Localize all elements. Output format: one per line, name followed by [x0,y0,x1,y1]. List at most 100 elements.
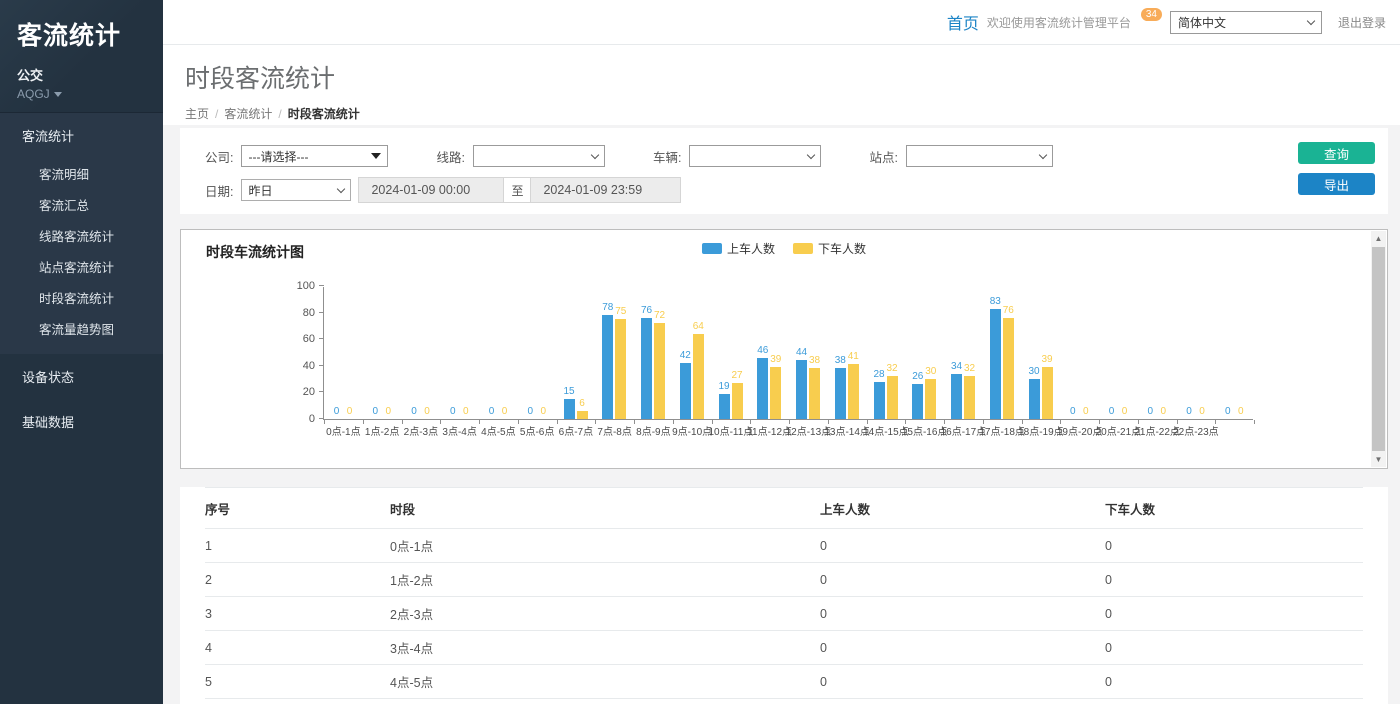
bar-value-label: 6 [567,398,597,409]
logout-link[interactable]: 退出登录 [1338,14,1386,31]
x-axis-tick [363,420,364,424]
table-cell: 0 [820,529,1105,563]
chart-scrollbar[interactable]: ▲ ▼ [1371,231,1386,467]
bar-value-label: 0 [528,406,558,417]
export-button[interactable]: 导出 [1298,173,1375,195]
scrollbar-thumb[interactable] [1372,247,1385,451]
bar-value-label: 27 [722,370,752,381]
chart-bar [770,367,781,419]
bar-value-label: 41 [838,351,868,362]
sidebar-item-base-data[interactable]: 基础数据 [0,399,163,444]
start-date-input[interactable]: 2024-01-09 00:00 [358,177,503,203]
table-row: 21点-2点00 [205,563,1363,597]
sidebar-item-passenger-stats[interactable]: 客流统计 [0,113,163,158]
org-name: 公交 [17,65,163,84]
chart-bar [874,382,885,419]
org-switcher[interactable]: AQGJ [17,87,163,101]
y-axis-label: 40 [285,360,315,372]
table-cell: 3 [205,597,390,631]
sidebar-subitem[interactable]: 客流汇总 [0,189,163,220]
table-cell: 0 [1105,631,1363,665]
col-header-boarding: 上车人数 [820,488,1105,529]
x-axis-tick [1254,420,1255,424]
breadcrumb-home[interactable]: 主页 [185,107,209,121]
breadcrumb-parent[interactable]: 客流统计 [224,107,272,121]
table-cell: 6 [205,699,390,704]
chevron-down-icon [1307,16,1315,24]
vehicle-select[interactable] [689,145,821,167]
y-axis-tick [319,391,324,392]
x-axis-tick [634,420,635,424]
home-link[interactable]: 首页 [947,10,979,34]
col-header-alighting: 下车人数 [1105,488,1363,529]
table-cell: 0 [1105,529,1363,563]
table-cell: 5 [205,665,390,699]
x-axis-label: 2点-3点 [404,423,438,438]
table-header-row: 序号 时段 上车人数 下车人数 [205,488,1363,529]
language-select[interactable]: 简体中文 [1170,11,1322,34]
legend-label: 上车人数 [727,240,775,257]
table-cell: 0 [820,665,1105,699]
sidebar-subitem[interactable]: 客流明细 [0,158,163,189]
sidebar-subitem[interactable]: 线路客流统计 [0,220,163,251]
chart-panel: 时段车流统计图 上车人数 下车人数 020406080100000点-1点001… [180,229,1388,469]
welcome-text: 欢迎使用客流统计管理平台 [987,14,1131,31]
line-label: 线路: [436,147,464,166]
breadcrumb-separator: / [278,107,281,121]
chart-bar [577,411,588,419]
filter-row-1: 公司: ---请选择--- 线路: 车辆: 站点: [205,143,1388,169]
line-select[interactable] [473,145,605,167]
table-row: 54点-5点00 [205,665,1363,699]
table-cell: 0 [1105,563,1363,597]
stats-table: 序号 时段 上车人数 下车人数 10点-1点0021点-2点0032点-3点00… [205,487,1363,704]
y-axis-tick [319,312,324,313]
chart-bar [602,315,613,419]
company-select[interactable]: ---请选择--- [241,145,388,167]
search-button[interactable]: 查询 [1298,142,1375,164]
x-axis-label: 0点-1点 [326,423,360,438]
sidebar-subitem[interactable]: 站点客流统计 [0,251,163,282]
y-axis-label: 100 [285,280,315,292]
col-header-timeslot: 时段 [390,488,820,529]
chart-bar [757,358,768,419]
org-code: AQGJ [17,87,50,101]
date-preset-select[interactable]: 昨日 [241,179,351,201]
table-cell: 0 [820,631,1105,665]
bar-value-label: 32 [955,363,985,374]
x-axis-tick [518,420,519,424]
table-cell: 2点-3点 [390,597,820,631]
bar-value-label: 64 [683,321,713,332]
sidebar-submenu: 客流明细客流汇总线路客流统计站点客流统计时段客流统计客流量趋势图 [0,158,163,354]
chart-bar [835,368,846,419]
date-range-to: 至 [503,177,531,203]
scroll-down-icon[interactable]: ▼ [1371,452,1386,467]
breadcrumb-separator: / [215,107,218,121]
chevron-down-icon [337,184,345,192]
chart-bar [1029,379,1040,419]
bar-value-label: 39 [1032,354,1062,365]
legend-item-alighting[interactable]: 下车人数 [793,240,866,257]
chart-bar [680,363,691,419]
table-cell: 0 [1105,665,1363,699]
chart-bar [951,374,962,419]
breadcrumb-current: 时段客流统计 [288,107,360,121]
breadcrumb: 主页 / 客流统计 / 时段客流统计 [185,105,1400,122]
chart-bar [654,323,665,419]
table-cell: 5点-6点 [390,699,820,704]
sidebar-subitem[interactable]: 时段客流统计 [0,282,163,313]
end-date-input[interactable]: 2024-01-09 23:59 [531,177,681,203]
chart-bar [796,360,807,419]
legend-item-boarding[interactable]: 上车人数 [702,240,775,257]
scroll-up-icon[interactable]: ▲ [1371,231,1386,246]
sidebar-subitem[interactable]: 客流量趋势图 [0,313,163,344]
table-cell: 3点-4点 [390,631,820,665]
x-axis-tick [595,420,596,424]
chart-bar [693,334,704,419]
y-axis-label: 80 [285,307,315,319]
x-axis-tick [440,420,441,424]
table-cell: 0 [820,699,1105,704]
chart-legend: 上车人数 下车人数 [702,240,866,257]
station-select[interactable] [906,145,1053,167]
sidebar-item-device-status[interactable]: 设备状态 [0,354,163,399]
sidebar-section-passenger-stats: 客流统计 客流明细客流汇总线路客流统计站点客流统计时段客流统计客流量趋势图 [0,112,163,354]
